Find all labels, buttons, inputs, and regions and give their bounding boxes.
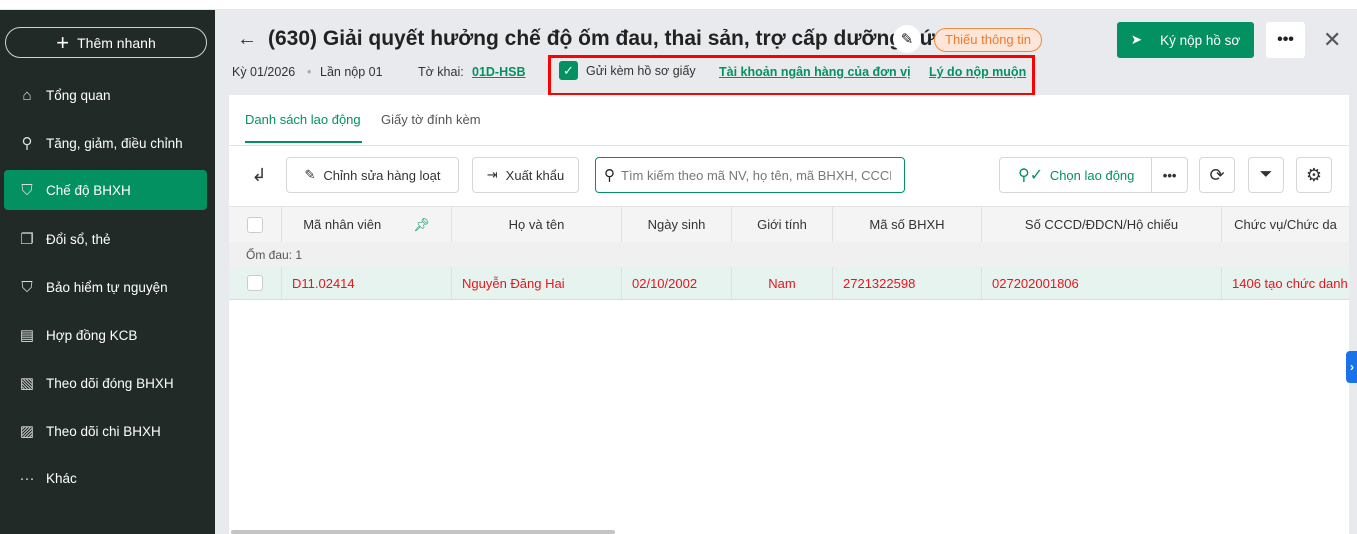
user-check-icon: ⚲✓ bbox=[1018, 167, 1044, 184]
refresh-icon[interactable]: ⟳ bbox=[1199, 157, 1235, 193]
sidebar-item-bhxh-benefits[interactable]: ⛉ Chế độ BHXH bbox=[4, 170, 207, 210]
period: Kỳ 01/2026 bbox=[232, 65, 296, 79]
sidebar-item-adjustments[interactable]: ⚲ Tăng, giảm, điều chỉnh bbox=[4, 123, 207, 163]
cell-bhxh-number: 2721322598 bbox=[833, 267, 982, 299]
back-arrow-icon[interactable]: ← bbox=[237, 28, 257, 51]
select-all-checkbox[interactable] bbox=[229, 207, 282, 242]
choose-worker-group: ⚲✓ Chọn lao động ••• bbox=[999, 157, 1188, 193]
content-card: Danh sách lao động Giấy tờ đính kèm ↲ ✎ C… bbox=[229, 95, 1357, 534]
form-label: Tờ khai: bbox=[418, 65, 464, 79]
user-icon: ⚲ bbox=[21, 135, 33, 152]
search-icon: ⚲ bbox=[604, 167, 615, 184]
export-icon: ⇥ bbox=[486, 167, 498, 182]
tab-worker-list[interactable]: Danh sách lao động bbox=[245, 112, 361, 127]
sidebar-item-book-card[interactable]: ❐ Đổi sổ, thẻ bbox=[4, 219, 207, 259]
divider bbox=[229, 145, 1349, 146]
col-bhxh-number[interactable]: Mã số BHXH bbox=[833, 207, 982, 242]
edit-pencil-icon[interactable]: ✎ bbox=[893, 25, 921, 53]
row-checkbox[interactable] bbox=[229, 267, 282, 299]
col-position[interactable]: Chức vụ/Chức da bbox=[1222, 207, 1349, 242]
more-icon: ··· bbox=[19, 469, 35, 487]
sidebar-item-track-spending[interactable]: ▨ Theo dõi chi BHXH bbox=[4, 411, 207, 451]
table-header: Mã nhân viên 📌︎ Họ và tên Ngày sinh Giới … bbox=[229, 206, 1349, 242]
sort-icon[interactable]: ↲ bbox=[237, 157, 281, 193]
search-input[interactable] bbox=[621, 167, 891, 183]
col-id-number[interactable]: Số CCCD/ĐDCN/Hộ chiếu bbox=[982, 207, 1222, 242]
plus-icon: + bbox=[56, 29, 70, 55]
cell-full-name: Nguyễn Đăng Hai bbox=[452, 267, 622, 299]
sign-submit-button[interactable]: ➤ Ký nộp hồ sơ bbox=[1117, 22, 1254, 58]
quick-add-button[interactable]: + Thêm nhanh bbox=[5, 27, 207, 58]
close-icon[interactable]: ✕ bbox=[1323, 27, 1341, 53]
send-icon: ➤ bbox=[1130, 32, 1143, 47]
tab-attachments[interactable]: Giấy tờ đính kèm bbox=[381, 112, 481, 127]
document-icon: ▨ bbox=[19, 423, 35, 440]
group-row: Ốm đau: 1 bbox=[229, 242, 1349, 267]
cell-position: 1406 tạo chức danh bbox=[1232, 275, 1348, 291]
bulk-edit-button[interactable]: ✎ Chỉnh sửa hàng loạt bbox=[286, 157, 459, 193]
sidebar-item-other[interactable]: ··· Khác bbox=[4, 458, 207, 498]
home-icon: ⌂ bbox=[22, 86, 32, 104]
sidebar: + Thêm nhanh ⌂ Tổng quan ⚲ Tăng, giảm, điều… bbox=[0, 10, 215, 534]
shield-icon: ⛉ bbox=[21, 181, 33, 199]
sidebar-item-voluntary-insurance[interactable]: ⛉ Bảo hiểm tự nguyện bbox=[4, 267, 207, 307]
sidebar-item-track-payment[interactable]: ▧ Theo dõi đóng BHXH bbox=[4, 363, 207, 403]
horizontal-scrollbar[interactable] bbox=[231, 530, 615, 534]
more-options-button[interactable]: ••• bbox=[1266, 22, 1305, 58]
main-area: ← (630) Giải quyết hưởng chế độ ốm đau, … bbox=[215, 10, 1357, 534]
choose-worker-button[interactable]: Chọn lao động bbox=[1050, 168, 1151, 183]
choose-worker-more-button[interactable]: ••• bbox=[1151, 158, 1187, 192]
sidebar-item-kcb-contract[interactable]: ▤ Hợp đồng KCB bbox=[4, 315, 207, 355]
top-strip bbox=[0, 0, 1357, 10]
dot-separator: • bbox=[307, 65, 312, 79]
status-badge: Thiếu thông tin bbox=[934, 28, 1043, 52]
c12-document-icon: ▧ bbox=[19, 375, 35, 392]
col-birth-date[interactable]: Ngày sinh bbox=[622, 207, 732, 242]
col-gender[interactable]: Giới tính bbox=[732, 207, 833, 242]
check-icon: ✓ bbox=[559, 61, 578, 80]
expand-panel-chevron-icon[interactable]: › bbox=[1346, 351, 1357, 383]
bank-account-link[interactable]: Tài khoản ngân hàng của đơn vị bbox=[719, 65, 911, 79]
scroll-icon: ▤ bbox=[19, 327, 35, 344]
paper-docs-checkbox[interactable]: ✓ Gửi kèm hồ sơ giấy bbox=[559, 61, 696, 80]
cell-birth-date: 02/10/2002 bbox=[622, 267, 732, 299]
cell-gender: Nam bbox=[732, 267, 833, 299]
col-full-name[interactable]: Họ và tên bbox=[452, 207, 622, 242]
sidebar-item-overview[interactable]: ⌂ Tổng quan bbox=[4, 75, 207, 115]
col-employee-id[interactable]: Mã nhân viên 📌︎ bbox=[282, 207, 452, 242]
shield-icon: ⛉ bbox=[21, 278, 33, 296]
cell-employee-id: D11.02414 bbox=[282, 267, 452, 299]
edit-icon: ✎ bbox=[304, 167, 316, 182]
copy-icon: ❐ bbox=[20, 231, 34, 248]
settings-gear-icon[interactable]: ⚙ bbox=[1296, 157, 1332, 193]
cell-id-number: 027202001806 bbox=[982, 267, 1222, 299]
pin-icon[interactable]: 📌︎ bbox=[413, 217, 430, 233]
page-title: (630) Giải quyết hưởng chế độ ốm đau, th… bbox=[268, 27, 953, 50]
search-box[interactable]: ⚲ bbox=[595, 157, 905, 193]
active-tab-indicator bbox=[245, 141, 362, 143]
table-row[interactable]: D11.02414 Nguyễn Đăng Hai 02/10/2002 Nam… bbox=[229, 267, 1349, 300]
submission-count: Lần nộp 01 bbox=[320, 65, 383, 79]
filter-icon[interactable]: ⏷ bbox=[1248, 157, 1284, 193]
late-reason-link[interactable]: Lý do nộp muộn bbox=[929, 65, 1026, 79]
form-code-link[interactable]: 01D-HSB bbox=[472, 65, 526, 79]
export-button[interactable]: ⇥ Xuất khẩu bbox=[472, 157, 579, 193]
